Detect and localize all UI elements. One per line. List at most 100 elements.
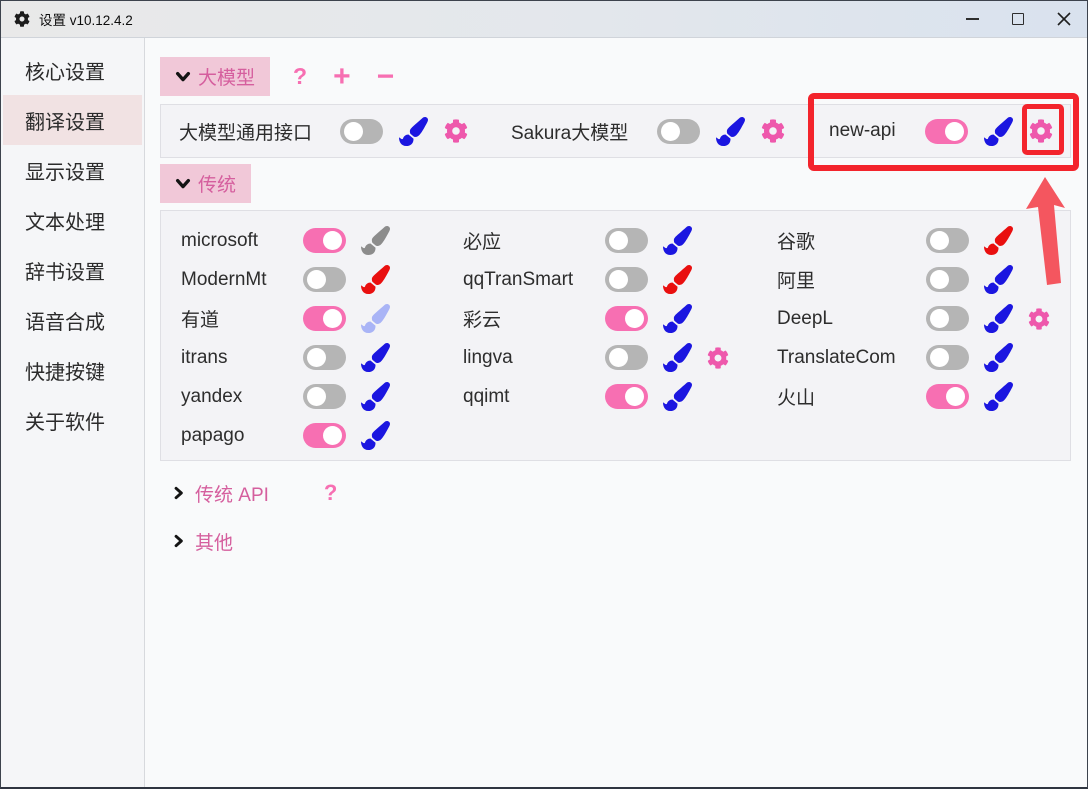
title-area: 设置 v10.12.4.2	[1, 9, 949, 29]
service-toggle[interactable]	[605, 384, 648, 409]
service-toggle[interactable]	[605, 345, 648, 370]
service-toggle[interactable]	[605, 306, 648, 331]
service-toggle[interactable]	[303, 228, 346, 253]
gear-icon[interactable]	[1028, 308, 1050, 330]
brush-icon[interactable]	[663, 226, 692, 255]
service-row-youdao: 有道	[181, 299, 390, 338]
brush-icon[interactable]	[663, 304, 692, 333]
service-toggle[interactable]	[605, 267, 648, 292]
help-button[interactable]: ?	[324, 480, 337, 506]
gear-icon[interactable]	[444, 119, 468, 143]
help-button[interactable]: ?	[293, 63, 307, 90]
section-header-llm[interactable]: 大模型	[160, 57, 270, 96]
close-icon	[1057, 12, 1071, 26]
sidebar-item-display-settings[interactable]: 显示设置	[3, 145, 142, 195]
sidebar-item-speech-synthesis[interactable]: 语音合成	[3, 295, 142, 345]
brush-icon[interactable]	[361, 382, 390, 411]
sidebar-item-label: 辞书设置	[25, 256, 105, 285]
sidebar-item-core-settings[interactable]: 核心设置	[3, 45, 142, 95]
service-toggle[interactable]	[303, 267, 346, 292]
sidebar-item-text-processing[interactable]: 文本处理	[3, 195, 142, 245]
toggle-knob	[930, 348, 949, 367]
brush-icon[interactable]	[663, 343, 692, 372]
sidebar-item-translation-settings[interactable]: 翻译设置	[3, 95, 142, 145]
close-button[interactable]	[1041, 1, 1087, 38]
sidebar-item-shortcut-keys[interactable]: 快捷按键	[3, 345, 142, 395]
brush-icon[interactable]	[663, 382, 692, 411]
brush-icon[interactable]	[716, 117, 745, 146]
toggle-knob	[930, 270, 949, 289]
service-toggle[interactable]	[926, 345, 969, 370]
gear-icon[interactable]	[761, 119, 785, 143]
sidebar-item-about[interactable]: 关于软件	[3, 395, 142, 445]
toggle-knob	[323, 309, 342, 328]
brush-icon[interactable]	[984, 304, 1013, 333]
service-label: 大模型通用接口	[179, 118, 324, 145]
service-toggle[interactable]	[925, 119, 968, 144]
service-label: 彩云	[463, 305, 590, 332]
service-row-new-api: new-api	[829, 105, 1053, 157]
brush-icon[interactable]	[984, 226, 1013, 255]
gear-icon[interactable]	[1029, 119, 1053, 143]
service-label: DeepL	[777, 308, 911, 330]
service-toggle[interactable]	[303, 345, 346, 370]
brush-icon[interactable]	[361, 304, 390, 333]
service-toggle[interactable]	[340, 119, 383, 144]
section-label: 传统	[198, 170, 236, 197]
section-header-traditional[interactable]: 传统	[160, 164, 251, 203]
sidebar-item-label: 文本处理	[25, 206, 105, 235]
service-row-papago: papago	[181, 416, 390, 455]
service-row-qqtransmart: qqTranSmart	[463, 260, 729, 299]
toggle-knob	[930, 231, 949, 250]
brush-icon[interactable]	[984, 117, 1013, 146]
brush-icon[interactable]	[399, 117, 428, 146]
service-label: papago	[181, 425, 288, 447]
sidebar-item-label: 关于软件	[25, 406, 105, 435]
brush-icon[interactable]	[361, 421, 390, 450]
gear-icon[interactable]	[707, 347, 729, 369]
titlebar: 设置 v10.12.4.2	[1, 1, 1087, 38]
remove-button[interactable]: −	[377, 62, 395, 92]
sidebar-item-dictionary-settings[interactable]: 辞书设置	[3, 245, 142, 295]
grid-column-3: 谷歌 阿里 DeepL	[777, 221, 1050, 416]
service-toggle[interactable]	[605, 228, 648, 253]
service-toggle[interactable]	[303, 423, 346, 448]
service-toggle[interactable]	[303, 384, 346, 409]
toggle-knob	[946, 387, 965, 406]
service-label: qqTranSmart	[463, 269, 590, 291]
sidebar: 核心设置 翻译设置 显示设置 文本处理 辞书设置 语音合成 快捷按键 关于软件	[1, 38, 145, 788]
service-row-translatecom: TranslateCom	[777, 338, 1050, 377]
brush-icon[interactable]	[361, 226, 390, 255]
service-toggle[interactable]	[303, 306, 346, 331]
section-header-traditional-api[interactable]: 传统 API ?	[172, 479, 337, 507]
brush-icon[interactable]	[984, 265, 1013, 294]
service-row-ali: 阿里	[777, 260, 1050, 299]
sidebar-item-label: 显示设置	[25, 156, 105, 185]
settings-window: 设置 v10.12.4.2 核心设置 翻译设置 显示设置 文本处理 辞书设置 语…	[0, 0, 1088, 789]
service-label: 谷歌	[777, 227, 911, 254]
service-toggle[interactable]	[926, 228, 969, 253]
brush-icon[interactable]	[984, 343, 1013, 372]
service-toggle[interactable]	[657, 119, 700, 144]
add-button[interactable]: +	[333, 62, 351, 92]
section-header-other[interactable]: 其他	[172, 527, 233, 555]
toggle-knob	[307, 270, 326, 289]
brush-icon[interactable]	[361, 343, 390, 372]
minimize-button[interactable]	[949, 1, 995, 38]
service-toggle[interactable]	[926, 384, 969, 409]
chevron-down-icon	[175, 69, 191, 85]
service-label: Sakura大模型	[511, 118, 641, 145]
brush-icon[interactable]	[361, 265, 390, 294]
service-toggle[interactable]	[926, 267, 969, 292]
service-label: 必应	[463, 227, 590, 254]
grid-column-2: 必应 qqTranSmart 彩云 li	[463, 221, 729, 416]
service-toggle[interactable]	[926, 306, 969, 331]
brush-icon[interactable]	[663, 265, 692, 294]
service-row-google: 谷歌	[777, 221, 1050, 260]
brush-icon[interactable]	[984, 382, 1013, 411]
service-label: itrans	[181, 347, 288, 369]
toggle-knob	[609, 231, 628, 250]
maximize-button[interactable]	[995, 1, 1041, 38]
service-row-qqimt: qqimt	[463, 377, 729, 416]
maximize-icon	[1012, 13, 1024, 25]
